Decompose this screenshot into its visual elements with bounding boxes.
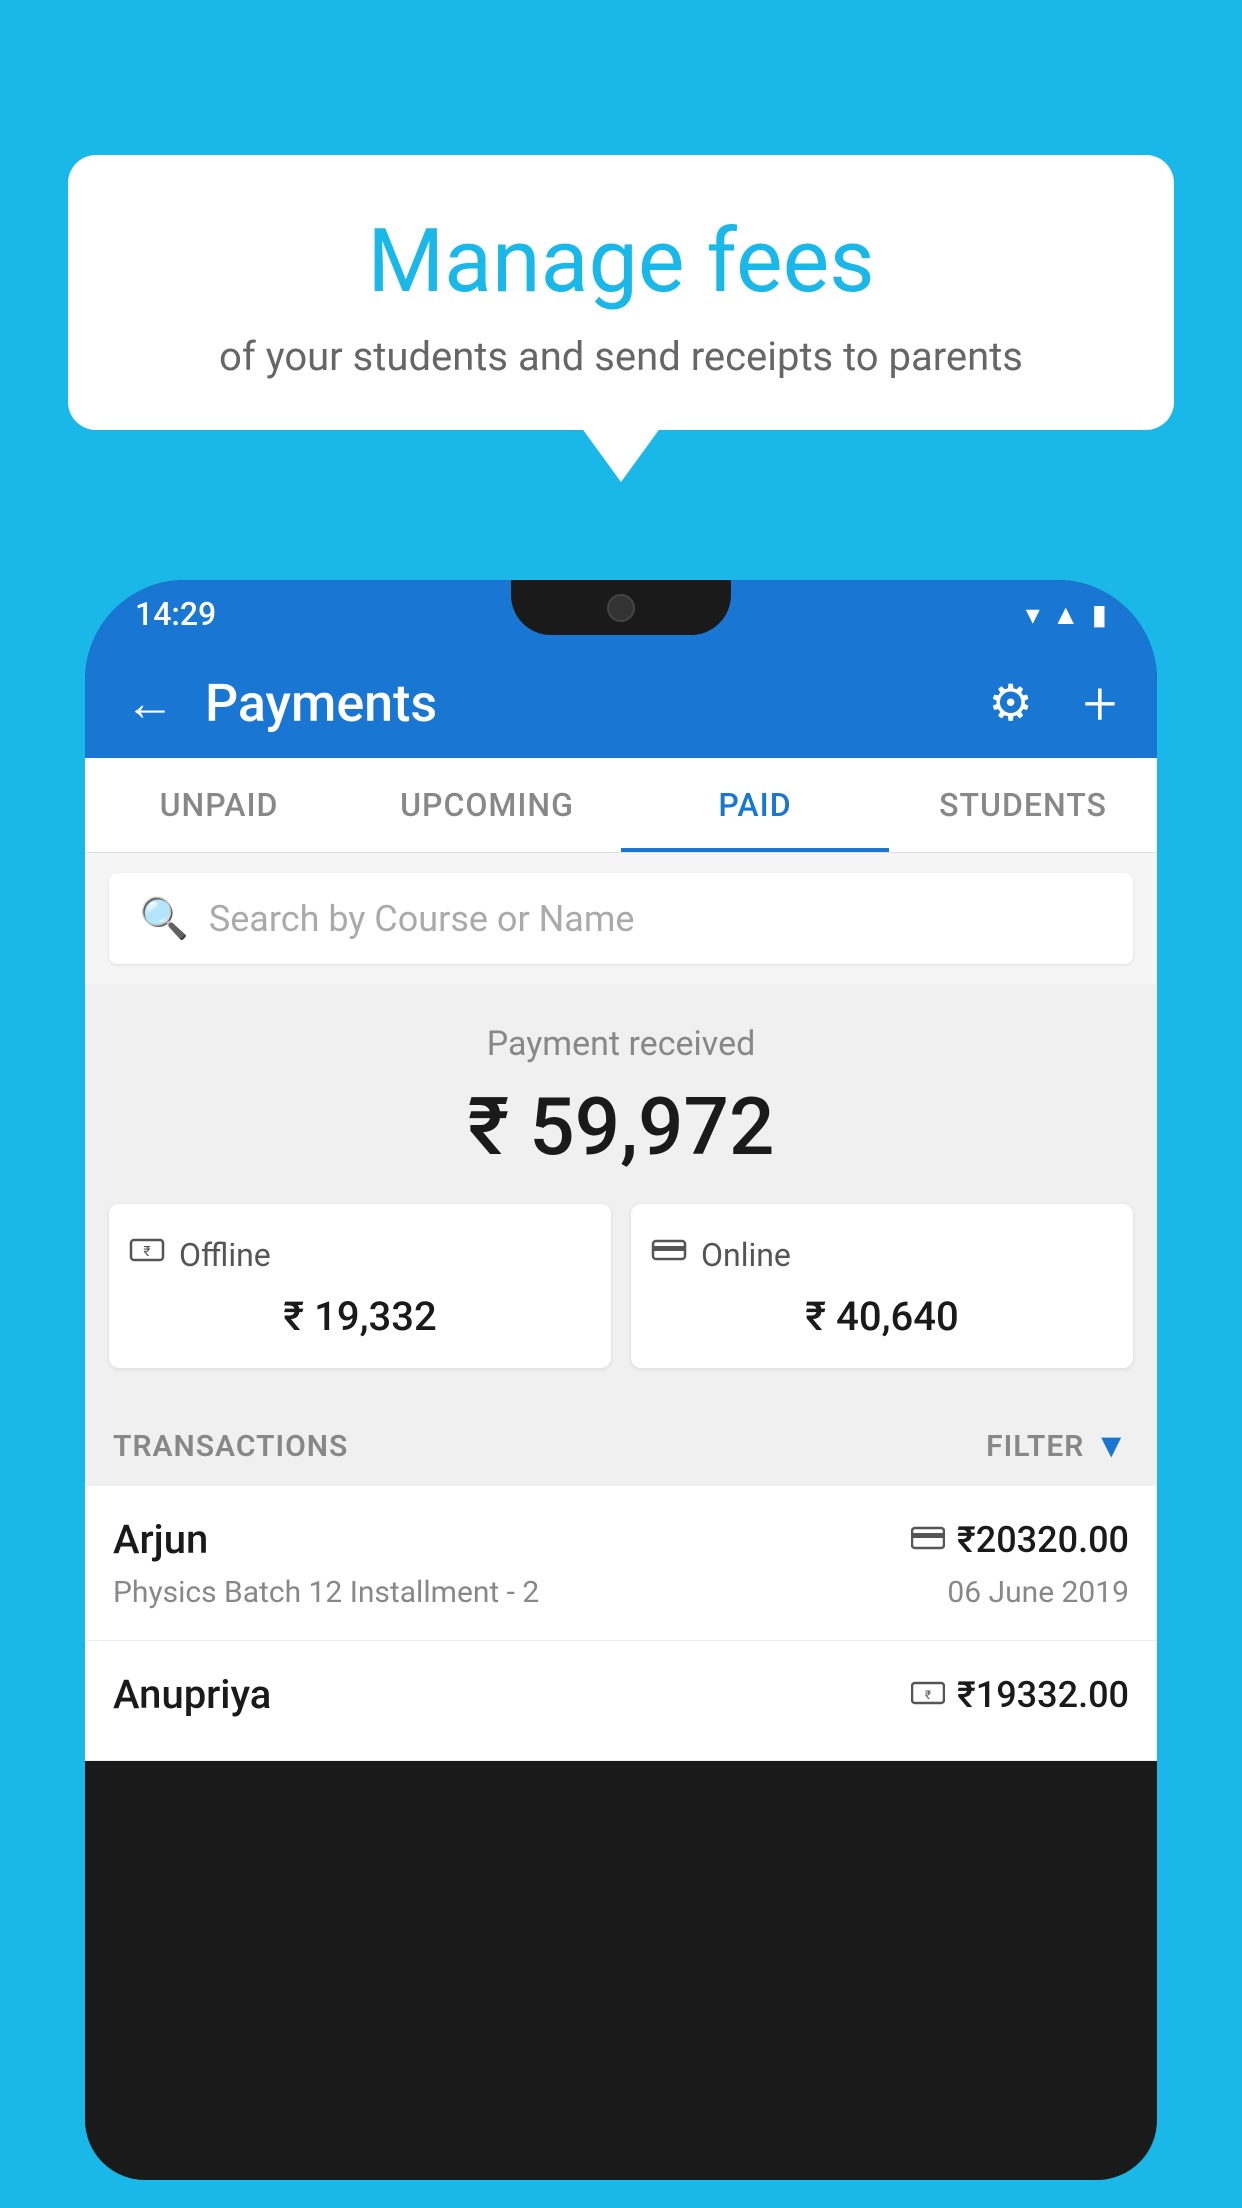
payment-summary: Payment received ₹ 59,972 ₹ [85,984,1157,1398]
offline-icon: ₹ [129,1232,165,1277]
transaction-item[interactable]: Anupriya ₹ ₹19332.00 [85,1641,1157,1761]
transaction-item[interactable]: Arjun ₹20320.00 Physics [85,1486,1157,1641]
bubble-subtitle: of your students and send receipts to pa… [128,333,1114,380]
transaction-amount-wrap: ₹20320.00 [911,1519,1129,1561]
offline-payment-card: ₹ Offline ₹ 19,332 [109,1204,611,1368]
online-payment-card: Online ₹ 40,640 [631,1204,1133,1368]
filter-icon: ▼ [1094,1426,1129,1466]
status-time: 14:29 [135,595,216,633]
app-title: Payments [205,673,988,734]
transaction-row-bottom: Physics Batch 12 Installment - 2 06 June… [113,1575,1129,1610]
tab-unpaid[interactable]: UNPAID [85,758,353,852]
transaction-amount: ₹20320.00 [957,1519,1129,1561]
transaction-offline-icon: ₹ [911,1675,945,1715]
app-bar: ← Payments ⚙ + [85,648,1157,758]
payment-cards: ₹ Offline ₹ 19,332 [109,1204,1133,1368]
battery-icon: ▮ [1092,598,1107,631]
transactions-header: TRANSACTIONS FILTER ▼ [85,1398,1157,1486]
phone-frame: 14:29 ▾ ▲ ▮ ← Payments ⚙ + UNPAID UPCOMI… [85,580,1157,2180]
search-icon: 🔍 [139,895,189,942]
transaction-date: 06 June 2019 [947,1575,1129,1610]
filter-button[interactable]: FILTER ▼ [986,1426,1129,1466]
status-icons: ▾ ▲ ▮ [1026,598,1107,631]
offline-amount: ₹ 19,332 [129,1293,591,1340]
online-amount: ₹ 40,640 [651,1293,1113,1340]
svg-text:₹: ₹ [143,1244,150,1260]
payment-received-label: Payment received [109,1024,1133,1064]
tab-paid[interactable]: PAID [621,758,889,852]
online-icon [651,1232,687,1277]
transaction-amount: ₹19332.00 [957,1674,1129,1716]
camera [607,594,635,622]
search-bar[interactable]: 🔍 Search by Course or Name [109,873,1133,964]
svg-text:₹: ₹ [925,1688,931,1702]
offline-card-header: ₹ Offline [129,1232,591,1277]
speech-bubble-container: Manage fees of your students and send re… [68,155,1174,430]
signal-icon: ▲ [1052,598,1080,631]
speech-bubble: Manage fees of your students and send re… [68,155,1174,430]
wifi-icon: ▾ [1026,598,1040,631]
offline-label: Offline [179,1236,271,1274]
online-label: Online [701,1236,791,1274]
back-button[interactable]: ← [125,674,175,733]
transaction-amount-wrap: ₹ ₹19332.00 [911,1674,1129,1716]
total-payment-amount: ₹ 59,972 [109,1080,1133,1174]
phone-notch [511,580,731,635]
phone-screen: 🔍 Search by Course or Name Payment recei… [85,853,1157,1761]
search-placeholder: Search by Course or Name [209,898,635,940]
add-button[interactable]: + [1083,668,1117,739]
tab-students[interactable]: STUDENTS [889,758,1157,852]
transaction-name: Arjun [113,1516,208,1563]
transactions-label: TRANSACTIONS [113,1429,348,1464]
filter-label: FILTER [986,1429,1084,1464]
transaction-course: Physics Batch 12 Installment - 2 [113,1575,539,1610]
transaction-row-top: Anupriya ₹ ₹19332.00 [113,1671,1129,1718]
tab-upcoming[interactable]: UPCOMING [353,758,621,852]
transaction-row-top: Arjun ₹20320.00 [113,1516,1129,1563]
phone-container: 14:29 ▾ ▲ ▮ ← Payments ⚙ + UNPAID UPCOMI… [85,580,1157,2208]
online-card-header: Online [651,1232,1113,1277]
settings-icon[interactable]: ⚙ [988,674,1033,733]
transaction-name: Anupriya [113,1671,271,1718]
bubble-title: Manage fees [128,210,1114,313]
tabs: UNPAID UPCOMING PAID STUDENTS [85,758,1157,853]
transaction-online-icon [911,1520,945,1560]
transaction-list: Arjun ₹20320.00 Physics [85,1486,1157,1761]
